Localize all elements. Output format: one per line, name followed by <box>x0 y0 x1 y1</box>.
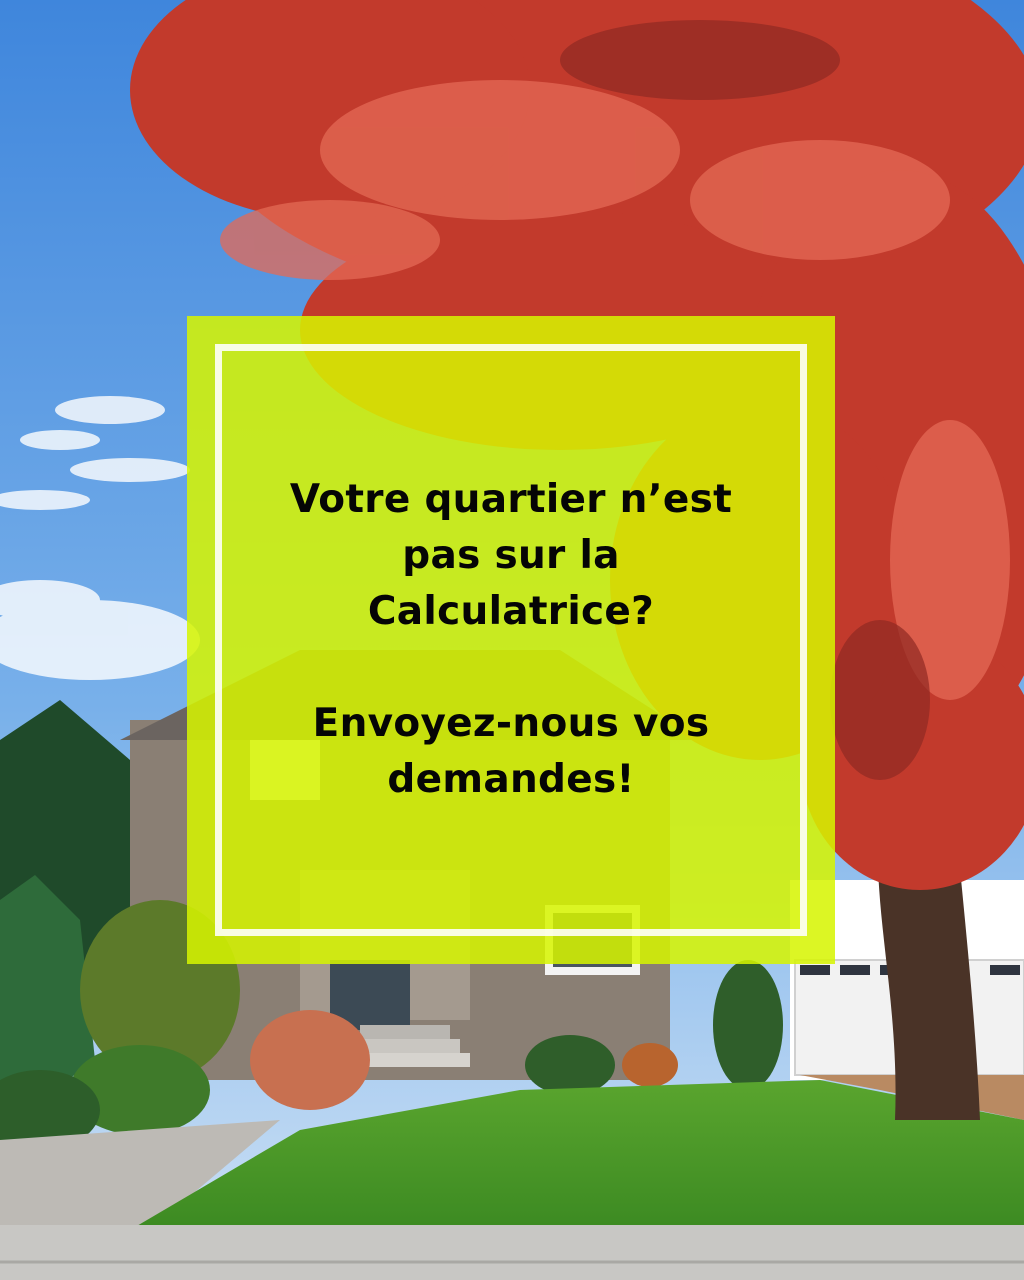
cta-line-1: Envoyez-nous vos <box>312 701 710 746</box>
cta-line-2: demandes! <box>387 757 635 802</box>
sidewalk <box>0 1225 1024 1280</box>
message-text: Votre quartier n’est pas sur la Calculat… <box>187 316 835 964</box>
question-line-3: Calculatrice? <box>367 589 655 634</box>
question-line-2: pas sur la <box>402 533 620 578</box>
message-card: Votre quartier n’est pas sur la Calculat… <box>187 316 835 964</box>
question-line-1: Votre quartier n’est <box>289 477 733 522</box>
